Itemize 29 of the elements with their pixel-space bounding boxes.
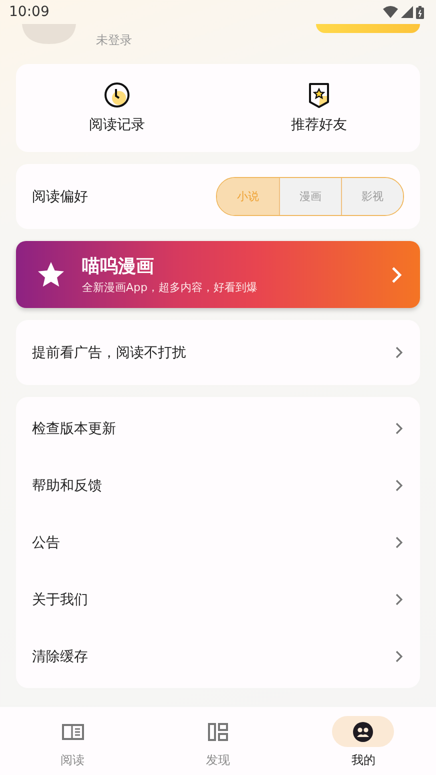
clock-icon xyxy=(104,82,130,108)
shortcut-button[interactable]: 推荐好友 xyxy=(218,64,420,152)
nav-tab[interactable]: 我的 xyxy=(290,716,436,775)
preference-label: 阅读偏好 xyxy=(32,188,88,206)
menu-item[interactable]: 检查版本更新 xyxy=(16,400,420,457)
promo-title: 喵呜漫画 xyxy=(82,255,155,278)
user-icon xyxy=(353,722,374,742)
menu-item[interactable]: 清除缓存 xyxy=(16,628,420,685)
chevron-right-icon xyxy=(395,650,403,663)
menu-item[interactable]: 公告 xyxy=(16,514,420,571)
shortcut-button[interactable]: 阅读记录 xyxy=(16,64,218,152)
login-status: 未登录 xyxy=(96,32,132,49)
chevron-right-icon xyxy=(395,536,403,549)
star-icon xyxy=(38,262,64,287)
layout-icon xyxy=(208,722,228,740)
chevron-right-icon xyxy=(395,479,403,492)
status-time: 10:09 xyxy=(9,4,50,20)
battery-icon xyxy=(416,6,424,18)
chevron-right-icon xyxy=(395,346,403,359)
chevron-right-icon xyxy=(395,593,403,606)
wifi-icon xyxy=(383,6,398,18)
book-icon xyxy=(62,724,84,740)
header-button[interactable] xyxy=(316,24,420,33)
promo-subtitle: 全新漫画App，超多内容，好看到爆 xyxy=(82,280,258,295)
menu-item[interactable]: 帮助和反馈 xyxy=(16,457,420,514)
signal-icon xyxy=(401,6,413,18)
chevron-right-icon xyxy=(395,422,403,435)
menu-item[interactable]: 关于我们 xyxy=(16,571,420,628)
star-shield-icon xyxy=(308,82,330,108)
